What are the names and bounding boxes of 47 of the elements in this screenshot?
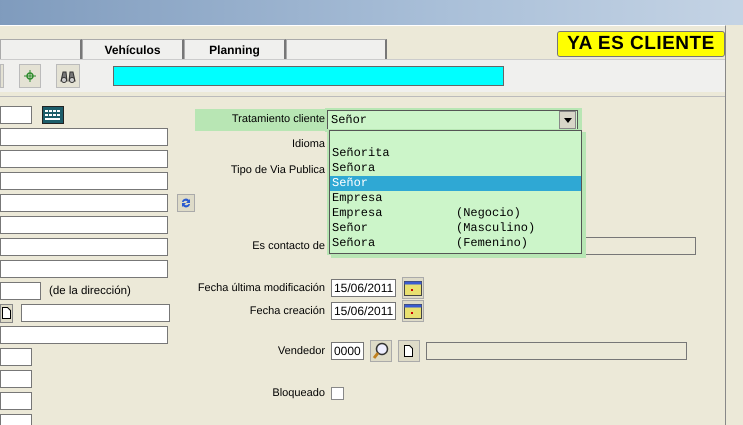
calendar-icon[interactable]	[402, 277, 424, 299]
field-label: Es contacto de	[251, 240, 325, 252]
input-field[interactable]	[0, 348, 32, 366]
input-field[interactable]	[0, 128, 168, 146]
field-label: Tratamiento cliente	[195, 109, 325, 131]
crosshair-icon[interactable]	[19, 64, 41, 88]
input-field[interactable]: 0000	[331, 342, 364, 360]
dropdown-option[interactable]: Señor (Masculino)	[330, 221, 581, 236]
keypad-icon[interactable]	[42, 106, 64, 124]
input-field[interactable]	[0, 392, 32, 410]
input-field[interactable]	[0, 326, 168, 344]
date-field[interactable]: 15/06/2011	[331, 302, 396, 320]
caret-icon[interactable]	[559, 111, 576, 129]
field-label: Tipo de Via Publica	[230, 164, 325, 176]
field-label: Fecha última modificación	[196, 282, 325, 294]
document-icon[interactable]	[0, 304, 13, 322]
document-icon[interactable]	[398, 340, 420, 362]
treatment-dropdown[interactable]: Señor	[327, 110, 578, 130]
calendar-icon[interactable]	[402, 300, 424, 322]
dropdown-option[interactable]: Señora (Femenino)	[330, 236, 581, 251]
dropdown-option[interactable]: Señora	[330, 161, 581, 176]
field-label: Bloqueado	[271, 387, 325, 399]
input-field[interactable]	[0, 194, 168, 212]
binoculars-icon[interactable]	[56, 64, 80, 88]
input-field[interactable]	[0, 172, 168, 190]
input-field[interactable]	[0, 282, 41, 300]
field-note: (de la dirección)	[49, 285, 131, 297]
input-field[interactable]	[0, 150, 168, 168]
date-field[interactable]: 15/06/2011	[331, 279, 396, 297]
tab[interactable]: Planning	[184, 39, 286, 59]
dropdown-option[interactable]: Empresa (Negocio)	[330, 206, 581, 221]
input-field[interactable]	[0, 370, 32, 388]
field-label: Idioma	[290, 138, 325, 150]
status-badge: YA ES CLIENTE	[557, 31, 725, 57]
search-icon[interactable]	[370, 340, 392, 362]
field-label: Fecha creación	[248, 305, 325, 317]
input-field[interactable]	[0, 238, 168, 256]
refresh-icon[interactable]	[177, 194, 195, 212]
dropdown-option[interactable]: Señorita	[330, 146, 581, 161]
input-field[interactable]	[0, 106, 32, 124]
dropdown-option[interactable]: Empresa	[330, 191, 581, 206]
checkbox[interactable]	[331, 386, 344, 400]
input-field[interactable]	[0, 216, 168, 234]
input-field[interactable]	[21, 304, 170, 322]
input-field[interactable]	[0, 260, 168, 278]
field-label: Vendedor	[276, 345, 325, 357]
tab[interactable]: Vehículos	[82, 39, 184, 59]
